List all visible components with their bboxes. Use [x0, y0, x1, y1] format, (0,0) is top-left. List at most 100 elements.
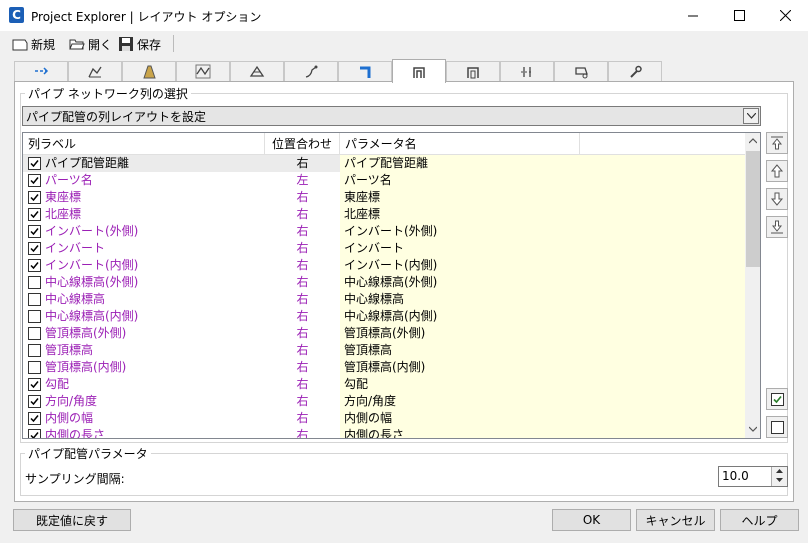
tab-surface[interactable]	[230, 61, 284, 82]
row-label[interactable]: 中心線標高(外側)	[45, 274, 138, 291]
scroll-up-icon[interactable]	[749, 138, 757, 144]
row-checkbox[interactable]	[28, 242, 41, 255]
move-down-button[interactable]	[766, 188, 788, 210]
row-checkbox[interactable]	[28, 225, 41, 238]
row-label[interactable]: 東座標	[45, 189, 81, 206]
row-checkbox[interactable]	[28, 310, 41, 323]
row-alignment[interactable]: 右	[265, 223, 340, 240]
table-row[interactable]: 勾配右勾配	[23, 376, 745, 393]
row-checkbox[interactable]	[28, 361, 41, 374]
row-checkbox[interactable]	[28, 293, 41, 306]
row-checkbox[interactable]	[28, 276, 41, 289]
table-row[interactable]: インバート(外側) 右インバート(外側)	[23, 223, 745, 240]
row-alignment[interactable]: 右	[265, 274, 340, 291]
table-row[interactable]: 管頂標高右管頂標高	[23, 342, 745, 359]
table-row[interactable]: 内側の幅右内側の幅	[23, 410, 745, 427]
tab-pipe-network[interactable]	[338, 61, 392, 82]
table-row[interactable]: 中心線標高(内側) 右中心線標高(内側)	[23, 308, 745, 325]
cancel-button[interactable]: キャンセル	[636, 509, 715, 531]
row-alignment[interactable]: 右	[265, 393, 340, 410]
row-alignment[interactable]: 右	[265, 240, 340, 257]
row-alignment[interactable]: 右	[265, 291, 340, 308]
tab-profile[interactable]	[68, 61, 122, 82]
row-checkbox[interactable]	[28, 429, 41, 438]
tab-alignment[interactable]	[14, 61, 68, 82]
grid-scrollbar[interactable]	[745, 133, 760, 438]
tab-point[interactable]	[284, 61, 338, 82]
help-button[interactable]: ヘルプ	[720, 509, 799, 531]
row-label[interactable]: 勾配	[45, 376, 69, 393]
scrollbar-thumb[interactable]	[746, 151, 760, 267]
tab-structure[interactable]	[446, 61, 500, 82]
check-all-button[interactable]	[766, 388, 788, 410]
row-checkbox[interactable]	[28, 157, 41, 170]
row-label[interactable]: 管頂標高	[45, 342, 93, 359]
table-row[interactable]: 中心線標高(外側) 右中心線標高(外側)	[23, 274, 745, 291]
row-alignment[interactable]: 左	[265, 172, 340, 189]
header-alignment[interactable]: 位置合わせ	[265, 133, 340, 155]
move-up-button[interactable]	[766, 160, 788, 182]
row-checkbox[interactable]	[28, 412, 41, 425]
table-row[interactable]: 東座標右東座標	[23, 189, 745, 206]
table-row[interactable]: パーツ名左パーツ名	[23, 172, 745, 189]
open-button[interactable]: 開く	[69, 34, 112, 54]
ok-button[interactable]: OK	[552, 509, 631, 531]
row-alignment[interactable]: 右	[265, 189, 340, 206]
row-alignment[interactable]: 右	[265, 206, 340, 223]
sampling-interval-spinner[interactable]: 10.0	[718, 466, 788, 487]
row-checkbox[interactable]	[28, 174, 41, 187]
table-row[interactable]: 管頂標高(内側) 右管頂標高(内側)	[23, 359, 745, 376]
row-label[interactable]: インバート	[45, 240, 105, 257]
tab-station[interactable]	[500, 61, 554, 82]
row-checkbox[interactable]	[28, 259, 41, 272]
spin-up-icon[interactable]	[776, 469, 783, 474]
save-button[interactable]: 保存	[118, 34, 161, 54]
row-alignment[interactable]: 右	[265, 427, 340, 438]
close-button[interactable]	[762, 0, 808, 31]
row-label[interactable]: 管頂標高(外側)	[45, 325, 126, 342]
row-label[interactable]: インバート(内側)	[45, 257, 138, 274]
row-checkbox[interactable]	[28, 378, 41, 391]
table-row[interactable]: 方向/角度右方向/角度	[23, 393, 745, 410]
row-alignment[interactable]: 右	[265, 359, 340, 376]
tab-feature-line[interactable]	[176, 61, 230, 82]
sampling-interval-value[interactable]: 10.0	[722, 469, 749, 483]
row-alignment[interactable]: 右	[265, 325, 340, 342]
table-row[interactable]: インバート(内側) 右インバート(内側)	[23, 257, 745, 274]
reset-defaults-button[interactable]: 既定値に戻す	[13, 509, 131, 531]
move-to-bottom-button[interactable]	[766, 216, 788, 238]
scroll-down-icon[interactable]	[749, 426, 757, 432]
row-alignment[interactable]: 右	[265, 342, 340, 359]
move-to-top-button[interactable]	[766, 132, 788, 154]
header-parameter-name[interactable]: パラメータ名	[340, 133, 580, 155]
uncheck-all-button[interactable]	[766, 416, 788, 438]
row-label[interactable]: 管頂標高(内側)	[45, 359, 126, 376]
table-row[interactable]: 管頂標高(外側) 右管頂標高(外側)	[23, 325, 745, 342]
row-checkbox[interactable]	[28, 208, 41, 221]
row-alignment[interactable]: 右	[265, 308, 340, 325]
row-alignment[interactable]: 右	[265, 155, 340, 172]
row-checkbox[interactable]	[28, 327, 41, 340]
spin-down-icon[interactable]	[776, 478, 783, 483]
row-alignment[interactable]: 右	[265, 257, 340, 274]
row-label[interactable]: 方向/角度	[45, 393, 97, 410]
tab-corridor[interactable]	[122, 61, 176, 82]
row-label[interactable]: パーツ名	[45, 172, 93, 189]
chevron-down-icon[interactable]	[743, 108, 759, 124]
row-label[interactable]: 北座標	[45, 206, 81, 223]
new-button[interactable]: 新規	[12, 34, 55, 54]
row-alignment[interactable]: 右	[265, 410, 340, 427]
row-label[interactable]: 内側の幅	[45, 410, 93, 427]
row-label[interactable]: 中心線標高	[45, 291, 105, 308]
tab-pipe[interactable]	[392, 59, 446, 83]
row-label[interactable]: インバート(外側)	[45, 223, 138, 240]
row-checkbox[interactable]	[28, 395, 41, 408]
maximize-button[interactable]	[716, 0, 762, 31]
row-label[interactable]: 中心線標高(内側)	[45, 308, 138, 325]
minimize-button[interactable]	[670, 0, 716, 31]
row-checkbox[interactable]	[28, 191, 41, 204]
row-label[interactable]: パイプ配管距離	[45, 155, 129, 172]
header-column-label[interactable]: 列ラベル	[23, 133, 265, 155]
row-checkbox[interactable]	[28, 344, 41, 357]
table-row[interactable]: インバート右インバート	[23, 240, 745, 257]
